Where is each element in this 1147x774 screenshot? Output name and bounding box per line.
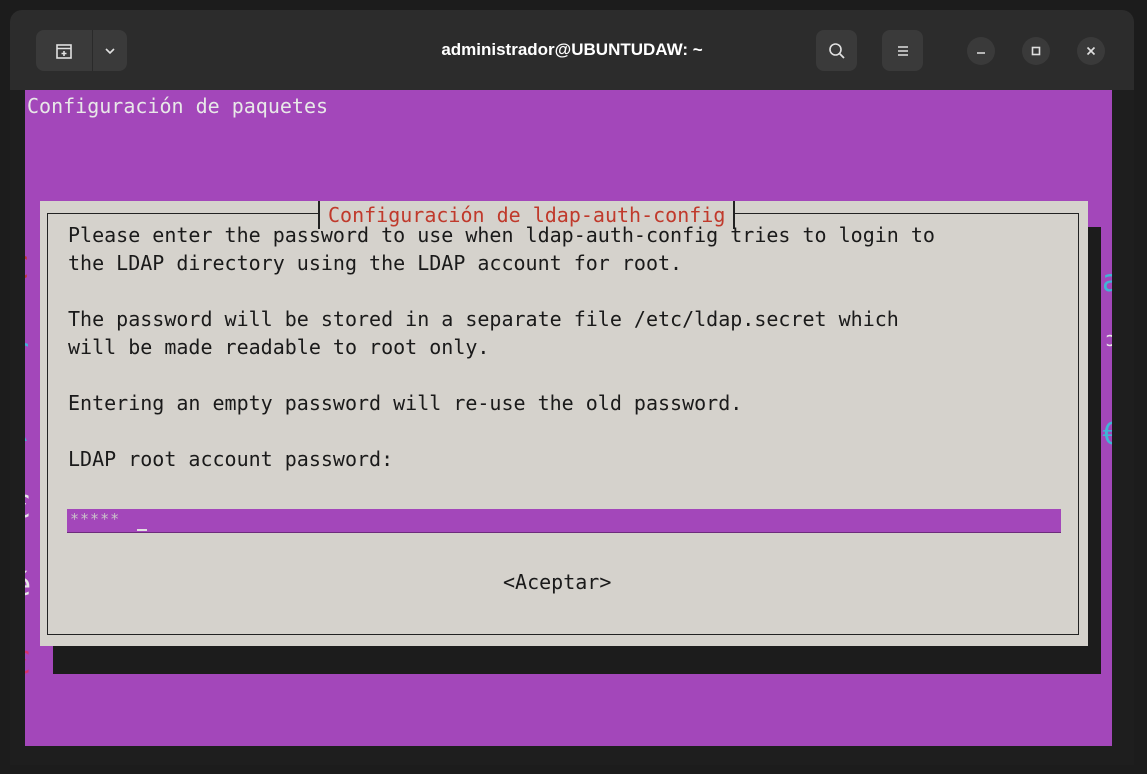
- terminal-window: administrador@UBUNTUDAW: ~ Configuración…: [10, 10, 1134, 765]
- password-input[interactable]: *****: [67, 509, 1061, 533]
- minimize-button[interactable]: [967, 37, 995, 65]
- search-button[interactable]: [816, 30, 857, 71]
- edge-glyph: é: [25, 569, 31, 603]
- edge-glyph: r: [25, 334, 29, 368]
- text-cursor: [137, 511, 147, 531]
- edge-glyph: ɔ: [1105, 327, 1112, 351]
- dialog-line: will be made readable to root only.: [68, 335, 490, 359]
- accept-button[interactable]: <Aceptar>: [503, 568, 611, 596]
- new-tab-button[interactable]: [36, 30, 93, 71]
- edge-glyph: C: [25, 252, 29, 286]
- dialog-line: Entering an empty password will re-use t…: [68, 391, 743, 415]
- minimize-icon: [977, 52, 985, 54]
- edge-glyph: €: [1102, 417, 1112, 452]
- tab-dropdown-button[interactable]: [93, 30, 127, 71]
- edge-glyph: €: [25, 647, 31, 681]
- edge-glyph: a: [1102, 264, 1112, 299]
- search-icon: [828, 42, 845, 59]
- tab-controls: [36, 30, 127, 71]
- titlebar: administrador@UBUNTUDAW: ~: [10, 10, 1134, 90]
- chevron-down-icon: [105, 47, 115, 54]
- edge-glyph: €: [25, 491, 31, 525]
- package-config-header: Configuración de paquetes: [27, 94, 329, 118]
- dialog-line: The password will be stored in a separat…: [68, 307, 899, 331]
- dialog-line: the LDAP directory using the LDAP accoun…: [68, 251, 683, 275]
- terminal-area[interactable]: Configuración de paquetes C r \ € é € a …: [25, 90, 1112, 746]
- maximize-icon: [1031, 46, 1041, 56]
- close-button[interactable]: [1077, 37, 1105, 65]
- close-icon: [1086, 46, 1096, 56]
- password-prompt-label: LDAP root account password:: [68, 447, 394, 471]
- window-title: administrador@UBUNTUDAW: ~: [441, 40, 703, 59]
- menu-button[interactable]: [882, 30, 923, 71]
- new-tab-icon: [56, 43, 72, 59]
- maximize-button[interactable]: [1022, 37, 1050, 65]
- dialog-line: Please enter the password to use when ld…: [68, 223, 935, 247]
- edge-glyph: \: [25, 412, 29, 446]
- hamburger-menu-icon: [897, 45, 908, 56]
- password-value: *****: [70, 510, 121, 528]
- config-dialog: Configuración de ldap-auth-config Please…: [40, 201, 1088, 646]
